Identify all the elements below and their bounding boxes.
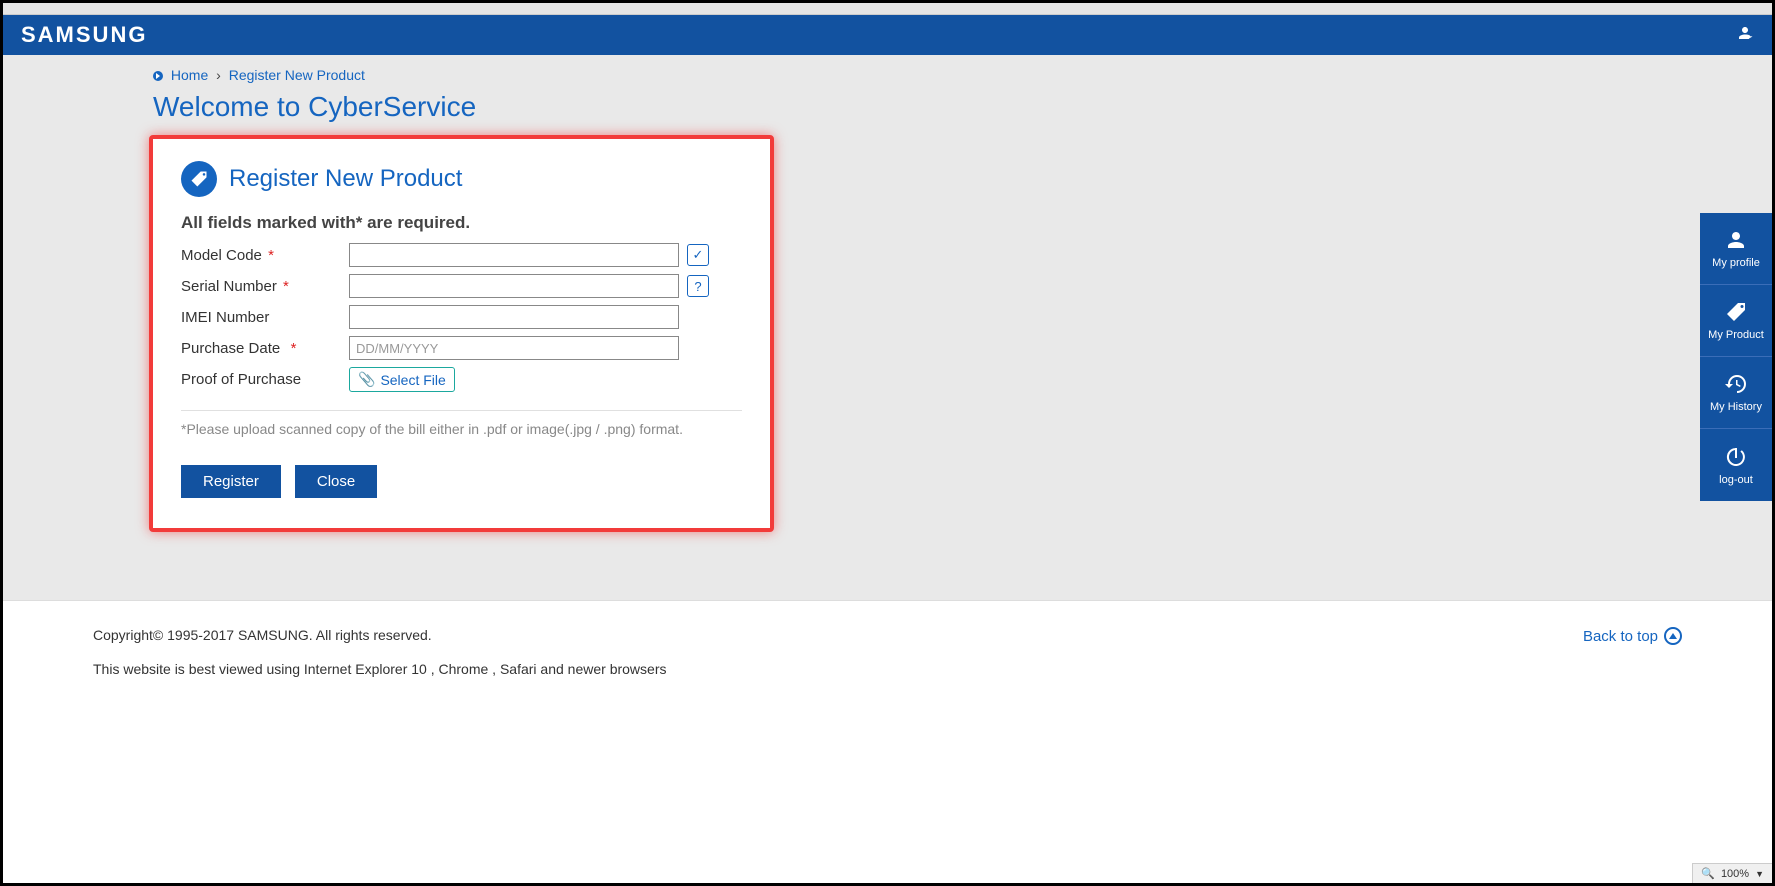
purchase-date-label: Purchase Date * [181, 340, 349, 357]
window-top-strip [3, 3, 1772, 15]
purchase-date-input[interactable] [349, 336, 679, 360]
main-content: Home › Register New Product Welcome to C… [3, 55, 1772, 600]
breadcrumb-bullet-icon [153, 71, 163, 81]
side-my-history[interactable]: My History [1700, 357, 1772, 429]
close-button[interactable]: Close [295, 465, 377, 498]
model-code-row: Model Code * ✓ [181, 243, 742, 267]
imei-number-label: IMEI Number [181, 309, 349, 326]
model-code-check-icon[interactable]: ✓ [687, 244, 709, 266]
history-icon [1724, 372, 1748, 396]
side-logout[interactable]: log-out [1700, 429, 1772, 501]
breadcrumb-current: Register New Product [229, 67, 365, 83]
purchase-date-row: Purchase Date * [181, 336, 742, 360]
browser-status-bar: 🔍 100% ▼ [1692, 863, 1772, 883]
samsung-logo: SAMSUNG [21, 22, 147, 48]
person-icon [1724, 228, 1748, 252]
zoom-level: 100% [1721, 868, 1749, 880]
power-icon [1724, 445, 1748, 469]
serial-number-label: Serial Number * [181, 278, 349, 295]
breadcrumb-home-link[interactable]: Home [171, 67, 208, 83]
imei-number-input[interactable] [349, 305, 679, 329]
proof-of-purchase-row: Proof of Purchase 📎 Select File [181, 367, 742, 392]
panel-title: Register New Product [229, 165, 462, 193]
breadcrumb-separator: › [216, 67, 221, 83]
serial-number-row: Serial Number * ? [181, 274, 742, 298]
register-button[interactable]: Register [181, 465, 281, 498]
user-account-icon[interactable] [1736, 24, 1754, 47]
side-my-profile-label: My profile [1712, 257, 1760, 269]
footer-copyright: Copyright© 1995-2017 SAMSUNG. All rights… [93, 627, 1682, 643]
zoom-icon[interactable]: 🔍 [1701, 867, 1715, 880]
upload-note: *Please upload scanned copy of the bill … [181, 421, 742, 437]
proof-of-purchase-label: Proof of Purchase [181, 371, 349, 388]
zoom-dropdown-icon[interactable]: ▼ [1755, 869, 1764, 879]
tag-icon [181, 161, 217, 197]
app-header: SAMSUNG [3, 15, 1772, 55]
serial-number-help-icon[interactable]: ? [687, 275, 709, 297]
paperclip-icon: 📎 [358, 371, 375, 388]
register-product-panel: Register New Product All fields marked w… [149, 135, 774, 532]
breadcrumb: Home › Register New Product [3, 55, 1772, 89]
select-file-button[interactable]: 📎 Select File [349, 367, 455, 392]
imei-number-row: IMEI Number [181, 305, 742, 329]
back-to-top-label: Back to top [1583, 628, 1658, 645]
tag-icon [1724, 300, 1748, 324]
panel-header: Register New Product [181, 161, 742, 197]
page-title: Welcome to CyberService [3, 89, 1772, 135]
serial-number-input[interactable] [349, 274, 679, 298]
model-code-input[interactable] [349, 243, 679, 267]
side-rail: My profile My Product My History log-out [1700, 213, 1772, 501]
model-code-label: Model Code * [181, 247, 349, 264]
up-arrow-icon [1664, 627, 1682, 645]
panel-divider [181, 410, 742, 411]
side-my-product[interactable]: My Product [1700, 285, 1772, 357]
side-logout-label: log-out [1719, 474, 1753, 486]
side-my-product-label: My Product [1708, 329, 1764, 341]
required-fields-note: All fields marked with* are required. [181, 213, 742, 233]
side-my-profile[interactable]: My profile [1700, 213, 1772, 285]
page-footer: Copyright© 1995-2017 SAMSUNG. All rights… [3, 600, 1772, 715]
side-my-history-label: My History [1710, 401, 1762, 413]
panel-button-row: Register Close [181, 465, 742, 498]
footer-browser-note: This website is best viewed using Intern… [93, 661, 1682, 677]
select-file-label: Select File [380, 372, 445, 388]
back-to-top-link[interactable]: Back to top [1583, 627, 1682, 645]
